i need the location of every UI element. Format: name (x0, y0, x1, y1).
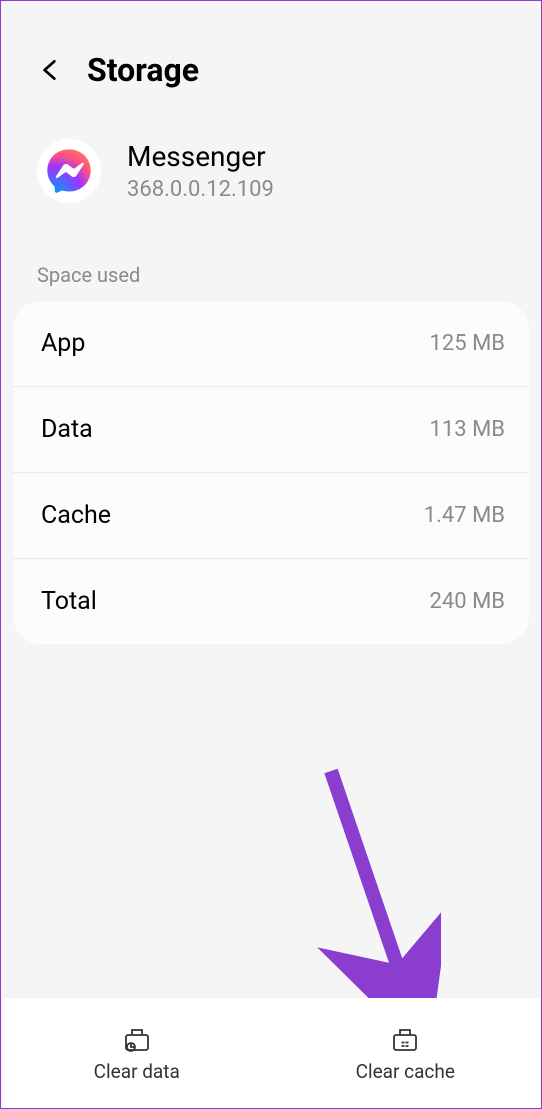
page-title: Storage (87, 51, 199, 89)
bottom-actions: Clear data Clear cache (3, 998, 540, 1108)
storage-card: App 125 MB Data 113 MB Cache 1.47 MB Tot… (13, 301, 529, 644)
row-cache-label: Cache (41, 501, 111, 530)
row-data-label: Data (41, 415, 93, 444)
clear-cache-icon (388, 1024, 422, 1054)
row-cache: Cache 1.47 MB (13, 473, 529, 559)
row-data-value: 113 MB (430, 417, 505, 442)
clear-cache-button[interactable]: Clear cache (271, 998, 540, 1108)
messenger-icon (43, 145, 95, 197)
section-label: Space used (1, 243, 541, 301)
row-app-label: App (41, 329, 85, 358)
row-total-value: 240 MB (430, 589, 505, 614)
row-data: Data 113 MB (13, 387, 529, 473)
app-text: Messenger 368.0.0.12.109 (127, 140, 274, 202)
clear-cache-label: Clear cache (356, 1060, 455, 1083)
back-icon[interactable] (37, 57, 63, 83)
row-cache-value: 1.47 MB (424, 503, 505, 528)
row-app-value: 125 MB (430, 331, 505, 356)
app-name: Messenger (127, 140, 274, 173)
clear-data-label: Clear data (94, 1060, 180, 1083)
row-total-label: Total (41, 587, 97, 616)
clear-data-button[interactable]: Clear data (3, 998, 272, 1108)
header: Storage (1, 1, 541, 109)
app-info: Messenger 368.0.0.12.109 (1, 109, 541, 243)
row-app: App 125 MB (13, 301, 529, 387)
annotation-arrow-icon (311, 761, 441, 1021)
row-total: Total 240 MB (13, 559, 529, 644)
app-icon (37, 139, 101, 203)
app-version: 368.0.0.12.109 (127, 177, 274, 202)
clear-data-icon (120, 1024, 154, 1054)
